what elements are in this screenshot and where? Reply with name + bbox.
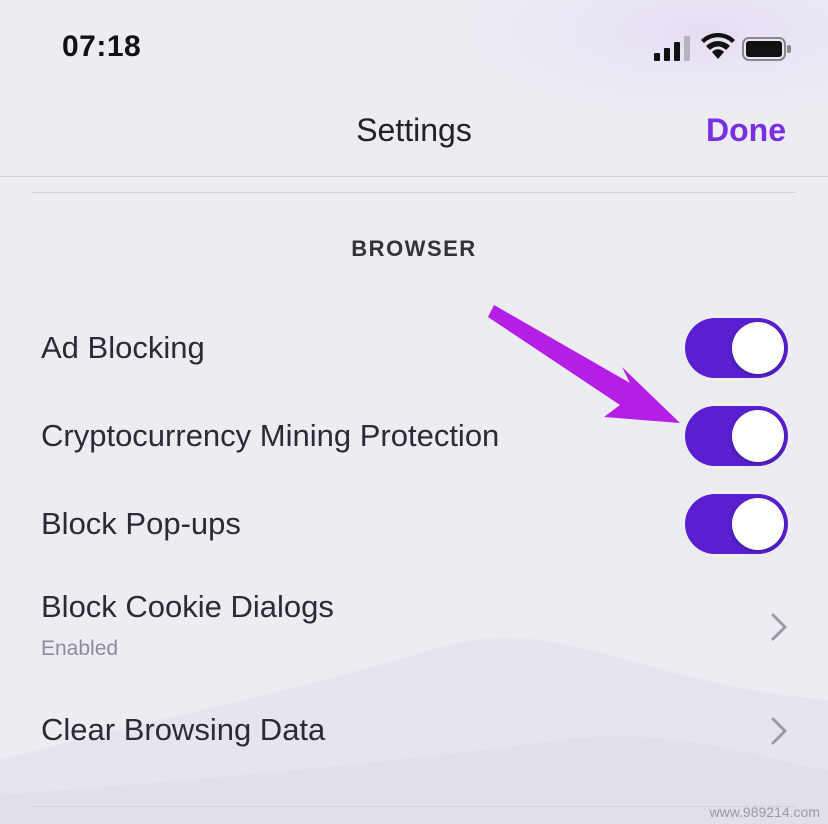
annotation-arrow-icon bbox=[488, 305, 680, 423]
row-block-cookie-dialogs[interactable]: Block Cookie Dialogs Enabled bbox=[0, 585, 828, 675]
navigation-bar: Settings Done bbox=[0, 100, 828, 177]
section-divider-bottom bbox=[32, 806, 796, 807]
toggle-knob bbox=[732, 498, 784, 550]
wifi-icon bbox=[701, 33, 735, 59]
row-cryptocurrency-mining-protection: Cryptocurrency Mining Protection bbox=[0, 406, 828, 470]
row-block-pop-ups: Block Pop-ups bbox=[0, 494, 828, 558]
row-label: Block Pop-ups bbox=[41, 506, 241, 541]
status-bar: 07:18 bbox=[0, 0, 828, 100]
cryptocurrency-mining-protection-toggle[interactable] bbox=[685, 406, 788, 466]
row-label: Block Cookie Dialogs bbox=[41, 589, 334, 624]
status-icons bbox=[654, 33, 794, 65]
row-clear-browsing-data[interactable]: Clear Browsing Data bbox=[0, 700, 828, 764]
toggle-knob bbox=[732, 322, 784, 374]
done-button[interactable]: Done bbox=[706, 112, 786, 149]
chevron-right-icon bbox=[771, 717, 787, 745]
row-ad-blocking: Ad Blocking bbox=[0, 318, 828, 382]
block-pop-ups-toggle[interactable] bbox=[685, 494, 788, 554]
battery-icon bbox=[742, 37, 791, 61]
row-label: Ad Blocking bbox=[41, 330, 205, 365]
row-subtitle: Enabled bbox=[41, 637, 119, 660]
ad-blocking-toggle[interactable] bbox=[685, 318, 788, 378]
cellular-signal-icon bbox=[654, 36, 690, 61]
section-divider bbox=[32, 192, 796, 193]
chevron-right-icon bbox=[771, 613, 787, 641]
row-label: Cryptocurrency Mining Protection bbox=[41, 418, 500, 453]
status-time: 07:18 bbox=[62, 30, 142, 63]
section-header-browser: BROWSER bbox=[351, 236, 477, 261]
watermark: www.989214.com bbox=[709, 804, 820, 820]
page-title: Settings bbox=[356, 112, 472, 148]
toggle-knob bbox=[732, 410, 784, 462]
row-label: Clear Browsing Data bbox=[41, 712, 326, 747]
